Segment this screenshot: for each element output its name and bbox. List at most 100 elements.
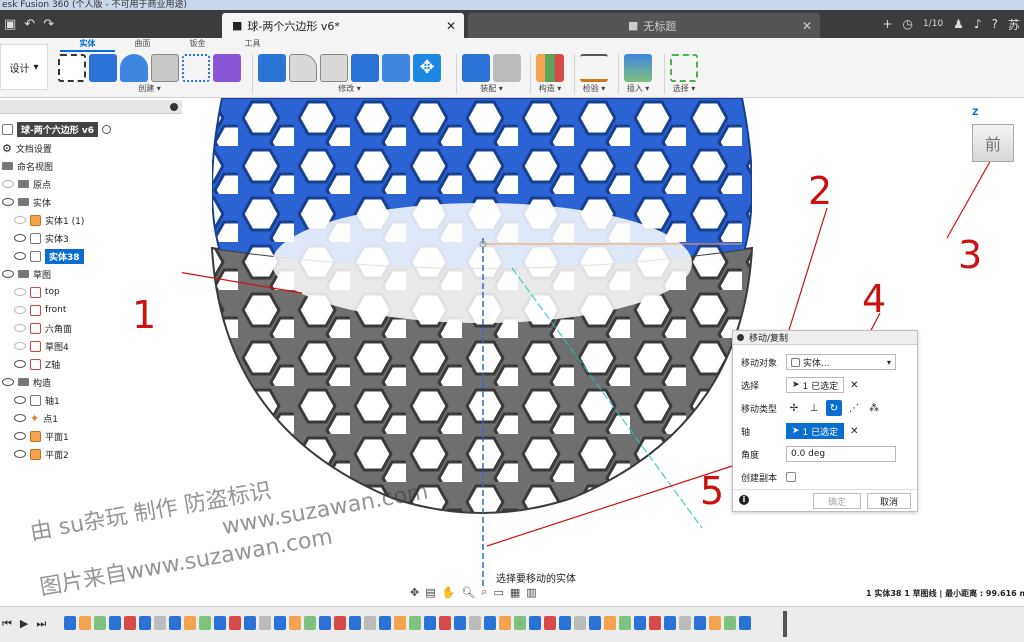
browser-item-sketch4[interactable]: 草图4 — [14, 337, 69, 355]
point-to-point-icon[interactable]: ⋰ — [846, 400, 862, 416]
timeline-marker[interactable] — [783, 611, 787, 637]
eye-icon[interactable] — [2, 270, 14, 278]
timeline-feature-icon[interactable] — [139, 616, 151, 630]
offset-plane-icon[interactable] — [536, 54, 564, 82]
play-last-icon[interactable]: ⏭ — [36, 617, 46, 631]
split-body-icon[interactable] — [382, 54, 410, 82]
grid-settings-icon[interactable]: ▦ — [510, 586, 520, 599]
orbit-icon[interactable]: ✥ — [410, 586, 419, 599]
eye-icon[interactable] — [14, 324, 26, 332]
timeline-feature-icon[interactable] — [64, 616, 76, 630]
new-tab-icon[interactable]: + — [882, 17, 892, 31]
timeline-feature-icon[interactable] — [79, 616, 91, 630]
pattern-icon[interactable] — [182, 54, 210, 82]
free-move-icon[interactable]: ✢ — [786, 400, 802, 416]
play-first-icon[interactable]: ⏮ — [2, 617, 12, 631]
browser-item-sketches[interactable]: 草图 — [2, 265, 51, 283]
timeline-feature-icon[interactable] — [169, 616, 181, 630]
insert-image-icon[interactable] — [624, 54, 652, 82]
display-settings-icon[interactable]: ▭ — [493, 586, 503, 599]
revolve-icon[interactable] — [120, 54, 148, 82]
move-copy-icon[interactable]: ✥ — [413, 54, 441, 82]
selection-button[interactable]: ➤ 1 已选定 — [786, 377, 845, 393]
timeline-feature-icon[interactable] — [379, 616, 391, 630]
timeline-feature-icon[interactable] — [739, 616, 751, 630]
timeline-feature-icon[interactable] — [304, 616, 316, 630]
close-tab-icon[interactable]: ✕ — [446, 19, 456, 33]
timeline-feature-icon[interactable] — [664, 616, 676, 630]
close-tab-icon[interactable]: ✕ — [802, 19, 812, 33]
timeline-feature-icon[interactable] — [634, 616, 646, 630]
timeline-feature-icon[interactable] — [544, 616, 556, 630]
eye-icon[interactable] — [14, 414, 26, 422]
browser-item-sketch-top[interactable]: top — [14, 283, 60, 301]
timeline-feature-icon[interactable] — [709, 616, 721, 630]
browser-item-body1[interactable]: 实体1 (1) — [14, 211, 84, 229]
eye-icon[interactable] — [14, 450, 26, 458]
eye-icon[interactable] — [14, 432, 26, 440]
timeline-feature-icon[interactable] — [484, 616, 496, 630]
eye-icon[interactable] — [2, 180, 14, 188]
undo-icon[interactable]: ↶ — [24, 17, 35, 32]
timeline-feature-icon[interactable] — [394, 616, 406, 630]
timeline-feature-icon[interactable] — [439, 616, 451, 630]
look-at-icon[interactable]: ▤ — [425, 586, 435, 599]
timeline-feature-icon[interactable] — [514, 616, 526, 630]
timeline-feature-icon[interactable] — [259, 616, 271, 630]
timeline-feature-icon[interactable] — [454, 616, 466, 630]
user-avatar[interactable]: 苏 — [1008, 16, 1020, 33]
combine-icon[interactable] — [351, 54, 379, 82]
timeline-feature-icon[interactable] — [94, 616, 106, 630]
group-label-assemble[interactable]: 装配 ▾ — [462, 82, 521, 96]
chamfer-icon[interactable] — [320, 54, 348, 82]
ok-button[interactable]: 确定 — [813, 493, 861, 509]
group-label-modify[interactable]: 修改 ▾ — [258, 82, 441, 96]
point-to-position-icon[interactable]: ⁂ — [866, 400, 882, 416]
shell-icon[interactable] — [151, 54, 179, 82]
timeline-feature-icon[interactable] — [499, 616, 511, 630]
tab-tools[interactable]: 工具 — [225, 38, 280, 52]
browser-item-origin[interactable]: 原点 — [2, 175, 51, 193]
browser-item-sketch-hexface[interactable]: 六角面 — [14, 319, 72, 337]
collapse-icon[interactable] — [170, 103, 178, 111]
pan-icon[interactable]: ✋ — [442, 586, 456, 599]
extensions-icon[interactable]: ◷ — [902, 17, 912, 31]
notifications-icon[interactable]: ♟ — [953, 17, 964, 31]
eye-icon[interactable] — [2, 378, 14, 386]
timeline-feature-icon[interactable] — [694, 616, 706, 630]
eye-icon[interactable] — [2, 198, 14, 206]
browser-item-named-views[interactable]: 命名视图 — [2, 157, 53, 175]
move-object-select[interactable]: 实体... ▾ — [786, 354, 896, 370]
browser-item-body38[interactable]: 实体38 — [14, 247, 84, 265]
browser-item-plane1[interactable]: 平面1 — [14, 427, 69, 445]
timeline-feature-icon[interactable] — [274, 616, 286, 630]
tab-sheet-metal[interactable]: 钣金 — [170, 38, 225, 52]
save-icon[interactable]: ▣ — [4, 17, 16, 32]
timeline-feature-icon[interactable] — [334, 616, 346, 630]
timeline-feature-icon[interactable] — [559, 616, 571, 630]
new-component-icon[interactable] — [462, 54, 490, 82]
eye-icon[interactable] — [14, 216, 26, 224]
form-icon[interactable] — [213, 54, 241, 82]
viewcube[interactable]: 前 — [972, 124, 1014, 162]
radio-active-icon[interactable] — [102, 124, 111, 134]
info-icon[interactable]: i — [739, 495, 749, 505]
timeline-feature-icon[interactable] — [244, 616, 256, 630]
timeline-feature-icon[interactable] — [124, 616, 136, 630]
eye-icon[interactable] — [14, 342, 26, 350]
redo-icon[interactable]: ↷ — [43, 17, 54, 32]
zoom-icon[interactable]: 🔍︎ — [461, 586, 475, 599]
tab-document-untitled[interactable]: ■ 无标题 ✕ — [468, 13, 820, 38]
measure-icon[interactable] — [580, 54, 608, 82]
browser-item-bodies[interactable]: 实体 — [2, 193, 51, 211]
timeline-feature-icon[interactable] — [574, 616, 586, 630]
create-sketch-icon[interactable] — [58, 54, 86, 82]
viewports-icon[interactable]: ▥ — [526, 586, 536, 599]
browser-item-body3[interactable]: 实体3 — [14, 229, 69, 247]
timeline-feature-icon[interactable] — [679, 616, 691, 630]
eye-icon[interactable] — [14, 234, 26, 242]
extrude-icon[interactable] — [89, 54, 117, 82]
angle-input[interactable]: 0.0 deg — [786, 446, 896, 462]
browser-item-plane2[interactable]: 平面2 — [14, 445, 69, 463]
zoom-window-icon[interactable]: ⌕ — [481, 585, 487, 599]
